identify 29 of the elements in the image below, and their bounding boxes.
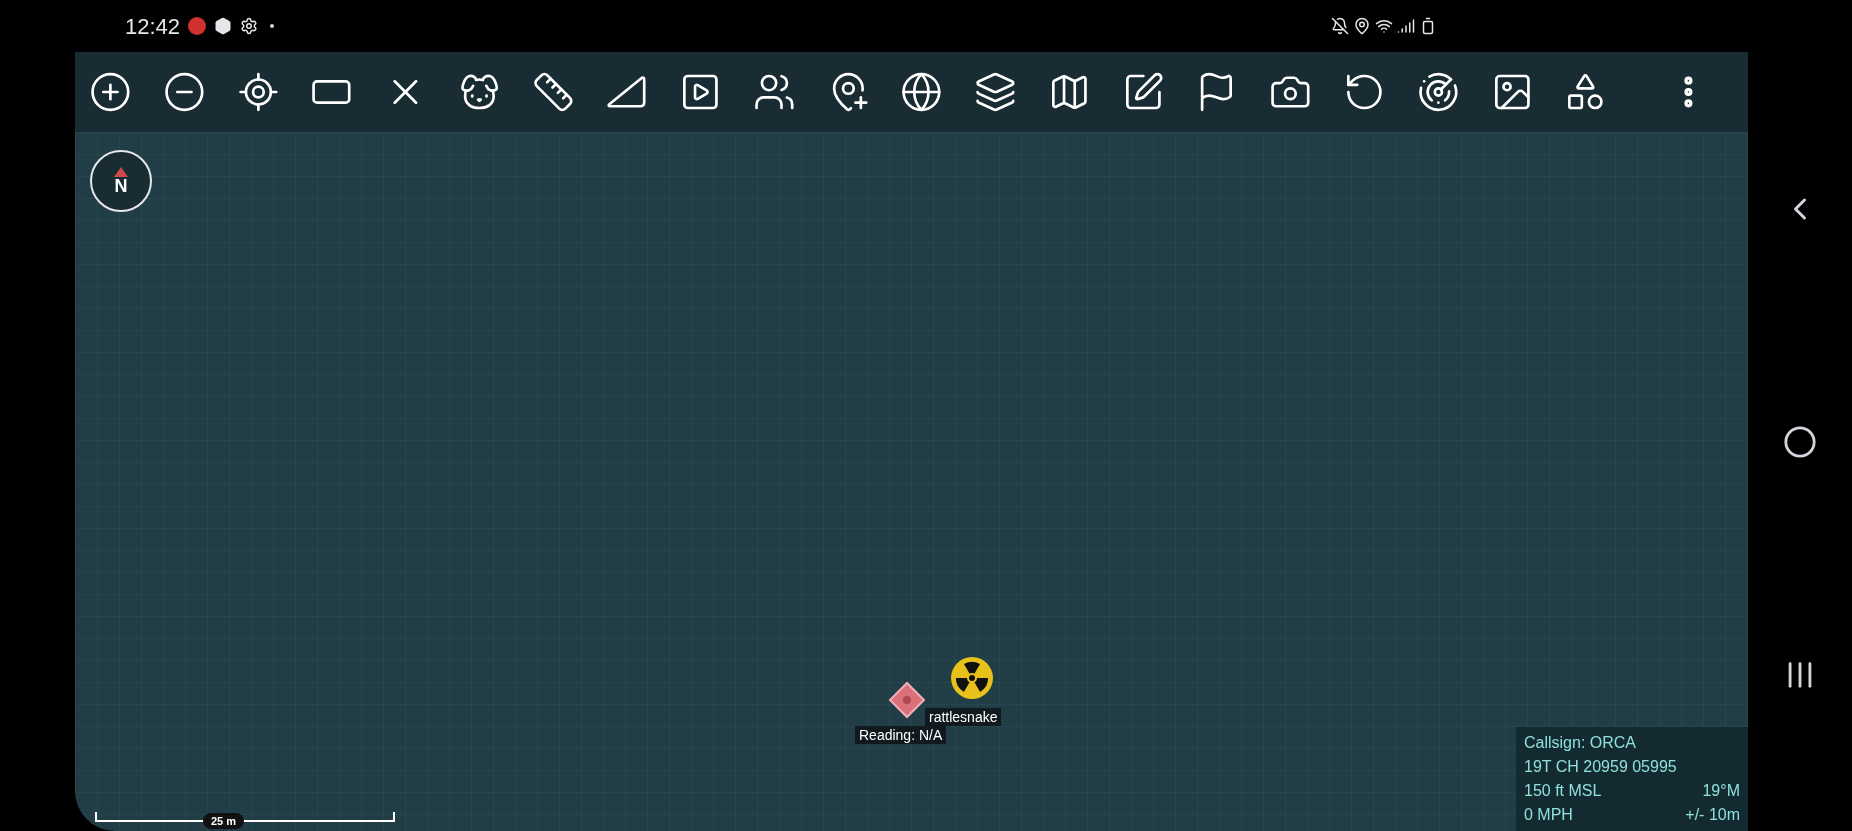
hexagon-icon — [214, 17, 233, 35]
wifi-icon — [1375, 17, 1393, 35]
scale-label: 25 m — [203, 813, 245, 829]
info-text: 19°M — [1702, 781, 1740, 801]
ruler-icon[interactable] — [531, 70, 575, 114]
marker-label: rattlesnake — [925, 708, 1002, 726]
info-text: 0 MPH — [1524, 805, 1573, 825]
signal-icon — [1397, 17, 1415, 35]
info-text: +/- 10m — [1685, 805, 1740, 825]
compass-label: N — [114, 177, 128, 195]
mute-icon — [1331, 17, 1349, 35]
marker-label: Reading: N/A — [855, 726, 947, 744]
status-time: 12:42 — [125, 12, 181, 41]
info-text: Callsign: ORCA — [1524, 733, 1637, 753]
info-text: 19T CH 20959 05995 — [1524, 757, 1677, 777]
compass[interactable]: N — [90, 150, 152, 212]
info-text: 150 ft MSL — [1524, 781, 1602, 801]
north-arrow-icon — [114, 167, 128, 177]
zoom-out-icon[interactable] — [162, 70, 206, 114]
map-view[interactable]: N rattlesnake Reading: N/A 25 m Callsign: ORCA 19T CH 20959 05995 150 ft MSL 19°M 0 MPH +/- 10m — [75, 52, 1748, 831]
radar-icon[interactable] — [1416, 70, 1460, 114]
crosshair-icon[interactable] — [236, 70, 280, 114]
notification-icon — [188, 17, 207, 35]
home-icon[interactable] — [1783, 425, 1817, 460]
location-icon — [1353, 17, 1371, 35]
radiation-icon[interactable] — [950, 656, 994, 700]
settings-icon — [240, 17, 259, 35]
layers-icon[interactable] — [974, 70, 1017, 114]
zoom-in-icon[interactable] — [89, 70, 132, 114]
